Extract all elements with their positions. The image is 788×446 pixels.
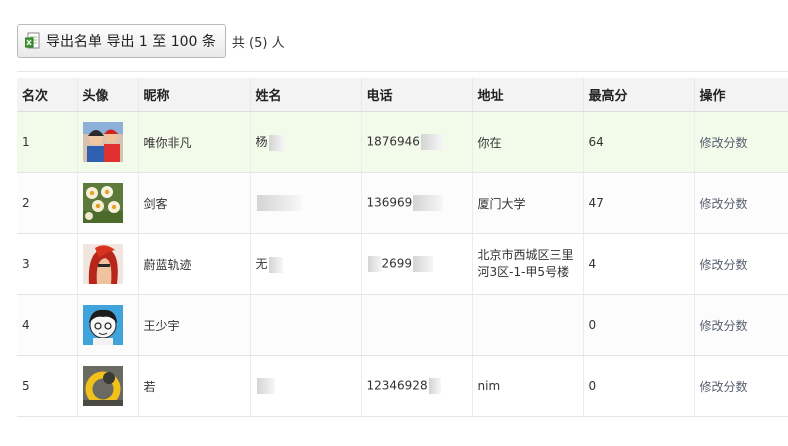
table-row: 2 剑客 136969 厦门大学 47 修改分数 (17, 172, 788, 234)
divider (17, 71, 788, 72)
export-list-button[interactable]: 导出名单 导出 1 至 100 条 (17, 24, 226, 58)
avatar (82, 122, 123, 162)
header-rank: 名次 (17, 78, 77, 112)
edit-score-link[interactable]: 修改分数 (700, 136, 748, 150)
nickname-cell: 唯你非凡 (137, 111, 250, 173)
header-address: 地址 (471, 78, 583, 112)
action-cell: 修改分数 (693, 172, 788, 234)
name-cell: 无 (249, 233, 361, 295)
phone-cell: 136969 (360, 172, 472, 234)
edit-score-link[interactable]: 修改分数 (700, 258, 748, 272)
avatar (82, 183, 123, 223)
name-cell (249, 294, 361, 356)
action-cell: 修改分数 (693, 111, 788, 173)
score-cell: 0 (582, 294, 694, 356)
table-row: 5 若 12346928 nim 0 修改分数 (17, 355, 788, 417)
rank-cell: 4 (17, 294, 77, 356)
header-avatar: 头像 (76, 78, 138, 112)
name-cell: 杨 (249, 111, 361, 173)
score-cell: 64 (582, 111, 694, 173)
table-row: 1 唯你非凡 杨 1876946 你在 64 修改分数 (17, 111, 788, 173)
avatar (82, 244, 123, 284)
nickname-cell: 若 (137, 355, 250, 417)
avatar-cell (76, 111, 138, 173)
nickname-cell: 蔚蓝轨迹 (137, 233, 250, 295)
action-cell: 修改分数 (693, 355, 788, 417)
score-cell: 4 (582, 233, 694, 295)
avatar (82, 366, 123, 406)
phone-cell (360, 294, 472, 356)
avatar (82, 305, 123, 345)
phone-cell: 1876946 (360, 111, 472, 173)
avatar-cell (76, 294, 138, 356)
avatar-cell (76, 233, 138, 295)
address-cell: 你在 (471, 111, 583, 173)
edit-score-link[interactable]: 修改分数 (700, 319, 748, 333)
address-cell (471, 294, 583, 356)
score-cell: 47 (582, 172, 694, 234)
header-name: 姓名 (249, 78, 361, 112)
toolbar: 导出名单 导出 1 至 100 条 共 (5) 人 (17, 23, 285, 59)
nickname-cell: 王少宇 (137, 294, 250, 356)
rank-cell: 5 (17, 355, 77, 417)
ranking-table: 名次 头像 昵称 姓名 电话 地址 最高分 操作 1 唯你非凡 杨 187694… (17, 78, 788, 417)
table-row: 4 王少宇 0 修改分数 (17, 294, 788, 356)
header-score: 最高分 (582, 78, 694, 112)
export-list-label: 导出名单 导出 1 至 100 条 (46, 34, 216, 50)
action-cell: 修改分数 (693, 233, 788, 295)
table-row: 3 蔚蓝轨迹 无 2699 北京市西城区三里河3区-1-甲5号楼 4 修改分数 (17, 233, 788, 295)
action-cell: 修改分数 (693, 294, 788, 356)
nickname-cell: 剑客 (137, 172, 250, 234)
table-header-row: 名次 头像 昵称 姓名 电话 地址 最高分 操作 (17, 78, 788, 112)
excel-export-icon (24, 32, 41, 50)
rank-cell: 1 (17, 111, 77, 173)
rank-cell: 2 (17, 172, 77, 234)
address-cell: 厦门大学 (471, 172, 583, 234)
name-cell (249, 355, 361, 417)
avatar-cell (76, 172, 138, 234)
address-cell: 北京市西城区三里河3区-1-甲5号楼 (471, 233, 583, 295)
header-phone: 电话 (360, 78, 472, 112)
phone-cell: 12346928 (360, 355, 472, 417)
phone-cell: 2699 (360, 233, 472, 295)
name-cell (249, 172, 361, 234)
avatar-cell (76, 355, 138, 417)
header-action: 操作 (693, 78, 788, 112)
address-cell: nim (471, 355, 583, 417)
header-nickname: 昵称 (137, 78, 250, 112)
total-count: 共 (5) 人 (231, 35, 285, 51)
edit-score-link[interactable]: 修改分数 (700, 380, 748, 394)
score-cell: 0 (582, 355, 694, 417)
rank-cell: 3 (17, 233, 77, 295)
edit-score-link[interactable]: 修改分数 (700, 197, 748, 211)
